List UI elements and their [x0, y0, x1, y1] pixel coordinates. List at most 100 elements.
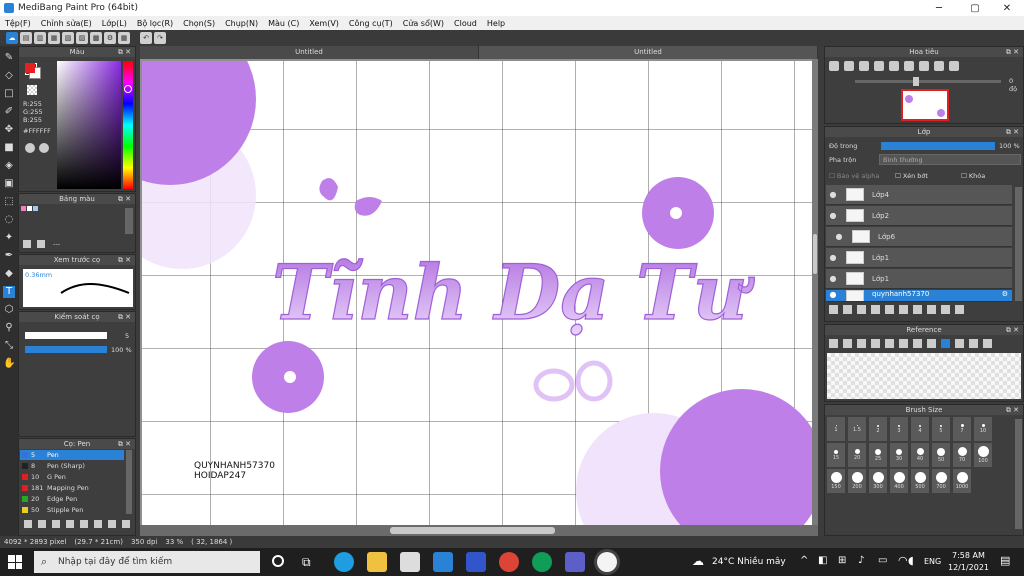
vertical-scroll-thumb[interactable]	[813, 234, 817, 274]
panel-close-icon[interactable]: ⧉ ✕	[1006, 405, 1019, 415]
brush-size-option[interactable]: 400	[890, 469, 908, 493]
transparent-swatch[interactable]	[27, 85, 37, 95]
brush-delete-icon[interactable]	[122, 520, 130, 528]
export-icon[interactable]: ▨	[76, 32, 88, 44]
close-icon[interactable]: ✕	[990, 0, 1024, 16]
brush-size-option[interactable]: 20	[848, 443, 866, 467]
brush-menu-icon[interactable]	[52, 520, 60, 528]
flip-icon[interactable]	[949, 61, 959, 71]
weather-text[interactable]: 24°C Nhiều mây	[712, 557, 786, 567]
ref-reset-icon[interactable]	[983, 339, 992, 348]
brush-list-scroll[interactable]	[126, 450, 132, 514]
panel-close-icon[interactable]: ⧉ ✕	[118, 194, 131, 204]
brush-size-scroll[interactable]	[1015, 419, 1022, 529]
magic-wand-icon[interactable]: ✦	[3, 232, 15, 244]
brush-tool-icon[interactable]: ✎	[3, 52, 15, 64]
transform-icon[interactable]: ⤡	[3, 340, 15, 352]
palette-delete-icon[interactable]	[37, 240, 45, 248]
color-mode-icon[interactable]	[25, 143, 35, 153]
canvas-horizontal-scrollbar[interactable]	[140, 525, 818, 536]
canvas-area[interactable]: Tĩnh Dạ Tư QUYNHANH57370 HOIDAP247	[140, 59, 818, 536]
ref-eyedropper-icon[interactable]	[927, 339, 936, 348]
blend-mode-select[interactable]: Bình thường	[879, 154, 1021, 165]
tray-device-icon[interactable]: ⊞	[838, 555, 846, 566]
taskbar-search[interactable]: ⌕ Nhập tại đây để tìm kiếm	[34, 551, 260, 573]
redo-icon[interactable]: ↷	[154, 32, 166, 44]
gradient-tool-icon[interactable]: ▣	[3, 178, 15, 190]
clipping-checkbox[interactable]: ☐ Xén bớt	[895, 172, 928, 180]
maximize-icon[interactable]: ▢	[958, 0, 992, 16]
zoom-out-icon[interactable]	[844, 61, 854, 71]
visibility-icon[interactable]: ●	[826, 190, 840, 199]
ref-zoom-out-icon[interactable]	[885, 339, 894, 348]
delete-layer-icon[interactable]	[955, 305, 964, 314]
tab-untitled-1[interactable]: Untitled	[140, 46, 479, 59]
brush-up-icon[interactable]	[24, 520, 32, 528]
brush-copy-icon[interactable]	[66, 520, 74, 528]
lasso-tool-icon[interactable]: ◌	[3, 214, 15, 226]
layer-folder-icon[interactable]	[899, 305, 908, 314]
palette-swatch[interactable]	[33, 206, 38, 211]
microphone-icon[interactable]: ♪	[858, 555, 864, 566]
navigator-preview[interactable]	[901, 89, 949, 121]
ref-actual-icon[interactable]	[913, 339, 922, 348]
grid-icon[interactable]: ▦	[118, 32, 130, 44]
eyedropper-icon[interactable]: ⚲	[3, 322, 15, 334]
color-wheel-icon[interactable]	[39, 143, 49, 153]
layer-row[interactable]: ● Lớp1	[826, 269, 1012, 289]
brush-size-option[interactable]: 200	[848, 469, 866, 493]
zoom-icon[interactable]	[889, 61, 899, 71]
store-icon[interactable]	[400, 552, 420, 572]
new-8bit-layer-icon[interactable]	[857, 305, 866, 314]
layer-row[interactable]: ● Lớp2	[826, 206, 1012, 226]
pen-tool-icon[interactable]: ✐	[3, 106, 15, 118]
saturation-value-square[interactable]	[57, 61, 121, 189]
menu-help[interactable]: Help	[482, 19, 510, 28]
palette-swatch[interactable]	[21, 206, 26, 211]
settings-icon[interactable]: ⚙	[104, 32, 116, 44]
ref-fit-icon[interactable]	[899, 339, 908, 348]
layer-gear-icon[interactable]: ⚙	[1002, 290, 1008, 298]
tray-app-icon[interactable]: ◧	[818, 555, 827, 566]
hue-slider[interactable]	[123, 61, 133, 189]
text-tool-icon[interactable]: T	[3, 286, 15, 298]
ref-open-icon[interactable]	[829, 339, 838, 348]
brush-size-option[interactable]: 10	[974, 417, 992, 441]
windows-start-icon[interactable]	[8, 555, 22, 569]
hue-handle[interactable]	[124, 85, 132, 93]
ref-flip-icon[interactable]	[969, 339, 978, 348]
visibility-icon[interactable]: ●	[826, 290, 840, 299]
select-eraser-icon[interactable]: ◆	[3, 268, 15, 280]
brush-size-option[interactable]: 40	[911, 443, 929, 467]
brush-paste-icon[interactable]	[80, 520, 88, 528]
ref-zoom-in-icon[interactable]	[871, 339, 880, 348]
visibility-icon[interactable]: ●	[832, 232, 846, 241]
brush-size-option[interactable]: 30	[890, 443, 908, 467]
rotate-left-icon[interactable]	[904, 61, 914, 71]
panel-close-icon[interactable]: ⧉ ✕	[118, 439, 131, 449]
language-indicator[interactable]: ENG	[924, 557, 941, 566]
new-layer-icon[interactable]	[829, 305, 838, 314]
brush-size-option[interactable]: 500	[911, 469, 929, 493]
brush-size-option[interactable]: 1.5	[848, 417, 866, 441]
minimize-icon[interactable]: ─	[922, 0, 956, 16]
notification-icon[interactable]: ▤	[1000, 554, 1010, 567]
select-pen-icon[interactable]: ✒	[3, 250, 15, 262]
duplicate-layer-icon[interactable]	[913, 305, 922, 314]
stylus-app-icon[interactable]	[466, 552, 486, 572]
brush-folder-icon[interactable]	[94, 520, 102, 528]
brush-size-option[interactable]: 70	[953, 443, 971, 467]
protect-alpha-checkbox[interactable]: ☐ Bảo vệ alpha	[829, 172, 879, 180]
layer-settings-icon[interactable]	[941, 305, 950, 314]
new-halftone-layer-icon[interactable]	[843, 305, 852, 314]
fill-rect-icon[interactable]: ■	[3, 142, 15, 154]
ref-rotate-icon[interactable]	[955, 339, 964, 348]
ref-folder-icon[interactable]	[843, 339, 852, 348]
visibility-icon[interactable]: ●	[826, 253, 840, 262]
panel-close-icon[interactable]: ⧉ ✕	[118, 47, 131, 57]
open-file-icon[interactable]: ▥	[34, 32, 46, 44]
menu-snap[interactable]: Chụp(N)	[220, 19, 263, 28]
panel-close-icon[interactable]: ⧉ ✕	[1006, 47, 1019, 57]
mail-icon[interactable]	[433, 552, 453, 572]
brush-size-slider[interactable]	[25, 332, 107, 339]
